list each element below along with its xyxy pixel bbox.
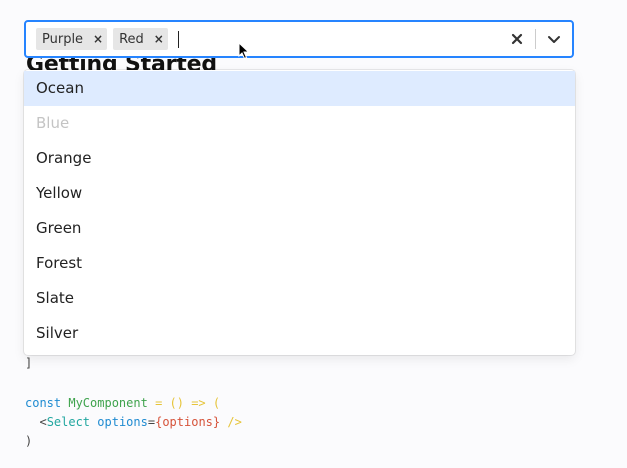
- option-slate[interactable]: Slate: [24, 281, 575, 316]
- code-tag-name: Select: [46, 415, 91, 429]
- chip-remove-icon[interactable]: ×: [150, 28, 168, 50]
- chevron-down-icon: [548, 36, 560, 43]
- code-attr-value: {options}: [155, 415, 221, 429]
- text-caret[interactable]: [177, 30, 179, 48]
- code-closing-bracket: ]: [25, 356, 33, 370]
- code-keyword: const: [25, 396, 62, 410]
- chip-remove-icon[interactable]: ×: [89, 28, 107, 50]
- code-attr-name: options: [97, 415, 148, 429]
- option-forest[interactable]: Forest: [24, 246, 575, 281]
- code-tag-open: <: [39, 415, 47, 429]
- option-green[interactable]: Green: [24, 211, 575, 246]
- code-tag-close: />: [227, 415, 242, 429]
- dropdown-button[interactable]: [536, 22, 572, 56]
- x-icon: [511, 33, 523, 45]
- clear-button[interactable]: [499, 22, 535, 56]
- code-equals: =: [147, 415, 156, 429]
- option-silver[interactable]: Silver: [24, 316, 575, 351]
- code-arrow: = () => (: [155, 396, 221, 410]
- options-menu: Ocean Blue Orange Yellow Green Forest Sl…: [24, 70, 575, 355]
- code-closing-paren: ): [25, 434, 33, 448]
- code-line-component-declaration: const MyComponent = () => (: [25, 394, 220, 413]
- selected-values: Purple × Red ×: [26, 28, 499, 50]
- option-orange[interactable]: Orange: [24, 141, 575, 176]
- option-blue: Blue: [36, 114, 70, 132]
- code-line-jsx: <Select options={options} />: [25, 413, 242, 432]
- page: Getting Started ] const MyComponent = ()…: [0, 0, 627, 468]
- option-ocean[interactable]: Ocean: [24, 71, 575, 106]
- multi-select-control[interactable]: Purple × Red ×: [24, 20, 574, 58]
- chip-label: Red: [119, 31, 144, 47]
- code-function-name: MyComponent: [68, 396, 148, 410]
- selected-chip-red: Red ×: [113, 28, 168, 50]
- select-indicators: [499, 22, 572, 56]
- option-yellow[interactable]: Yellow: [24, 176, 575, 211]
- mouse-pointer-icon: [238, 42, 250, 60]
- selected-chip-purple: Purple ×: [36, 28, 108, 50]
- chip-label: Purple: [42, 31, 84, 47]
